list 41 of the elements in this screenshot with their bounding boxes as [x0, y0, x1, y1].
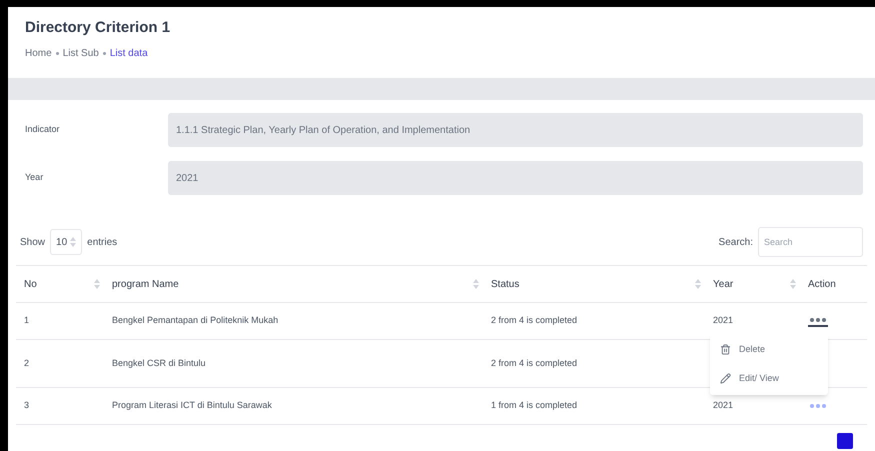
search-label: Search:	[718, 236, 753, 250]
table-cell: Bengkel Pemantapan di Politeknik Mukah	[112, 315, 278, 326]
pencil-icon	[720, 373, 731, 384]
sort-icon[interactable]	[473, 279, 479, 289]
sort-icon[interactable]	[94, 279, 100, 289]
sort-icon[interactable]	[695, 279, 701, 289]
sort-icon[interactable]	[790, 279, 796, 289]
table-cell: Bengkel CSR di Bintulu	[112, 358, 206, 368]
entries-select[interactable]: 10	[50, 229, 82, 255]
column-header[interactable]: Status	[491, 276, 520, 292]
page-title: Directory Criterion 1	[25, 18, 172, 38]
breadcrumb-link[interactable]: List data	[110, 46, 148, 60]
search-field[interactable]: Search	[758, 227, 863, 257]
menu-item[interactable]: Delete	[710, 335, 828, 364]
pagination-button[interactable]	[837, 433, 853, 449]
breadcrumb-link[interactable]: List Sub	[62, 46, 99, 60]
field-label: Year	[24, 171, 44, 184]
table-cell: 2 from 4 is completed	[491, 315, 578, 326]
breadcrumb-link[interactable]: Home	[25, 46, 52, 60]
show-label: Show	[20, 236, 46, 250]
table-cell: 2021	[713, 400, 734, 410]
column-header[interactable]: program Name	[112, 276, 179, 292]
table-cell: 1	[24, 315, 30, 326]
read-only-field: 1.1.1 Strategic Plan, Yearly Plan of Operation, and Implementation	[168, 113, 863, 147]
menu-item[interactable]: Edit/ View	[710, 364, 828, 393]
table-cell: 1 from 4 is completed	[491, 400, 578, 410]
table-cell: 2021	[713, 315, 734, 326]
trash-icon	[720, 344, 731, 355]
breadcrumb-separator-icon	[56, 52, 59, 54]
breadcrumb-separator-icon	[102, 52, 106, 54]
column-header[interactable]: Year	[713, 276, 734, 292]
table-cell: 2 from 4 is completed	[491, 358, 578, 368]
column-header[interactable]: No	[24, 276, 37, 292]
table-cell: Program Literasi ICT di Bintulu Sarawak	[112, 400, 272, 410]
table-cell: 2	[24, 358, 30, 368]
table-cell: 3	[24, 400, 30, 410]
sort-icon[interactable]	[70, 237, 76, 247]
read-only-field: 2021	[168, 161, 863, 195]
column-header[interactable]: Action	[808, 276, 836, 292]
field-label: Indicator	[24, 123, 61, 136]
entries-label: entries	[87, 236, 118, 250]
